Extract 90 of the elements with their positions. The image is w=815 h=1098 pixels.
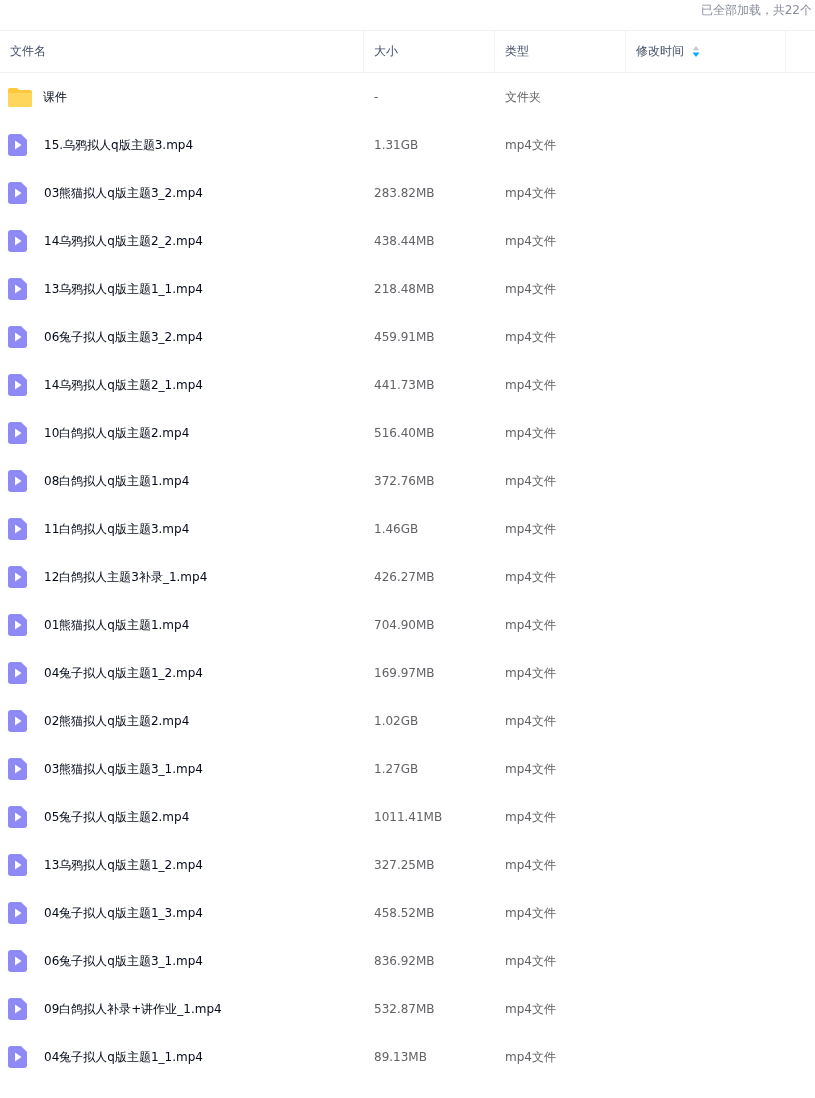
- file-type: mp4文件: [505, 1000, 556, 1018]
- file-name[interactable]: 01熊猫拟人q版主题1.mp4: [44, 616, 190, 634]
- video-file-icon: [8, 998, 27, 1020]
- file-name[interactable]: 13乌鸦拟人q版主题1_1.mp4: [44, 280, 203, 298]
- file-type: mp4文件: [505, 232, 556, 250]
- column-header[interactable]: 文件名: [0, 31, 364, 72]
- file-type: mp4文件: [505, 520, 556, 538]
- file-type: mp4文件: [505, 904, 556, 922]
- video-file-icon: [8, 326, 27, 348]
- video-file-icon: [8, 134, 27, 156]
- video-file-icon: [8, 710, 27, 732]
- file-size: 169.97MB: [374, 666, 435, 680]
- folder-icon: [8, 87, 32, 107]
- file-size: 438.44MB: [374, 234, 435, 248]
- file-type: mp4文件: [505, 808, 556, 826]
- file-type: mp4文件: [505, 952, 556, 970]
- file-type: mp4文件: [505, 712, 556, 730]
- file-type: mp4文件: [505, 1048, 556, 1066]
- file-name[interactable]: 03熊猫拟人q版主题3_1.mp4: [44, 760, 203, 778]
- file-size: 1.02GB: [374, 714, 419, 728]
- file-name[interactable]: 06兔子拟人q版主题3_2.mp4: [44, 328, 203, 346]
- file-size: 218.48MB: [374, 282, 435, 296]
- file-size: 459.91MB: [374, 330, 435, 344]
- file-size: 426.27MB: [374, 570, 435, 584]
- video-file-icon: [8, 614, 27, 636]
- file-name[interactable]: 14乌鸦拟人q版主题2_2.mp4: [44, 232, 203, 250]
- file-size: 1.31GB: [374, 138, 419, 152]
- column-header[interactable]: 大小: [364, 31, 495, 72]
- video-file-icon: [8, 470, 27, 492]
- file-size: 89.13MB: [374, 1050, 427, 1064]
- video-file-icon: [8, 422, 27, 444]
- file-name[interactable]: 09白鸽拟人补录+讲作业_1.mp4: [44, 1000, 222, 1018]
- column-header[interactable]: 修改时间: [626, 31, 786, 72]
- file-name[interactable]: 08白鸽拟人q版主题1.mp4: [44, 472, 190, 490]
- file-type: mp4文件: [505, 328, 556, 346]
- file-size: 458.52MB: [374, 906, 435, 920]
- file-type: mp4文件: [505, 664, 556, 682]
- file-type: mp4文件: [505, 472, 556, 490]
- file-type: 文件夹: [505, 88, 541, 106]
- video-file-icon: [8, 662, 27, 684]
- video-file-icon: [8, 518, 27, 540]
- file-size: 372.76MB: [374, 474, 435, 488]
- file-size: 1.46GB: [374, 522, 419, 536]
- video-file-icon: [8, 758, 27, 780]
- file-name[interactable]: 03熊猫拟人q版主题3_2.mp4: [44, 184, 203, 202]
- sort-icon[interactable]: [692, 46, 700, 57]
- video-file-icon: [8, 806, 27, 828]
- video-file-icon: [8, 566, 27, 588]
- file-name[interactable]: 10白鸽拟人q版主题2.mp4: [44, 424, 190, 442]
- file-size: 836.92MB: [374, 954, 435, 968]
- video-file-icon: [8, 278, 27, 300]
- file-size: 704.90MB: [374, 618, 435, 632]
- video-file-icon: [8, 230, 27, 252]
- load-status: 已全部加载，共22个: [700, 2, 812, 19]
- file-size: 1011.41MB: [374, 810, 443, 824]
- video-file-icon: [8, 1046, 27, 1068]
- file-name[interactable]: 13乌鸦拟人q版主题1_2.mp4: [44, 856, 203, 874]
- file-size: 1.27GB: [374, 762, 419, 776]
- file-name[interactable]: 02熊猫拟人q版主题2.mp4: [44, 712, 190, 730]
- file-size: 532.87MB: [374, 1002, 435, 1016]
- video-file-icon: [8, 902, 27, 924]
- file-name[interactable]: 04兔子拟人q版主题1_3.mp4: [44, 904, 203, 922]
- file-type: mp4文件: [505, 424, 556, 442]
- file-type: mp4文件: [505, 136, 556, 154]
- file-size: 516.40MB: [374, 426, 435, 440]
- file-size: -: [374, 90, 379, 104]
- file-type: mp4文件: [505, 856, 556, 874]
- file-type: mp4文件: [505, 376, 556, 394]
- file-name[interactable]: 06兔子拟人q版主题3_1.mp4: [44, 952, 203, 970]
- file-type: mp4文件: [505, 280, 556, 298]
- column-header[interactable]: 类型: [495, 31, 626, 72]
- file-type: mp4文件: [505, 184, 556, 202]
- file-type: mp4文件: [505, 616, 556, 634]
- video-file-icon: [8, 182, 27, 204]
- file-name[interactable]: 课件: [43, 88, 67, 106]
- video-file-icon: [8, 950, 27, 972]
- file-name[interactable]: 04兔子拟人q版主题1_2.mp4: [44, 664, 203, 682]
- file-name[interactable]: 11白鸽拟人q版主题3.mp4: [44, 520, 190, 538]
- file-size: 283.82MB: [374, 186, 435, 200]
- file-name[interactable]: 14乌鸦拟人q版主题2_1.mp4: [44, 376, 203, 394]
- file-size: 441.73MB: [374, 378, 435, 392]
- video-file-icon: [8, 374, 27, 396]
- file-name[interactable]: 15.乌鸦拟人q版主题3.mp4: [44, 136, 194, 154]
- file-name[interactable]: 04兔子拟人q版主题1_1.mp4: [44, 1048, 203, 1066]
- file-size: 327.25MB: [374, 858, 435, 872]
- file-name[interactable]: 12白鸽拟人主题3补录_1.mp4: [44, 568, 208, 586]
- file-name[interactable]: 05兔子拟人q版主题2.mp4: [44, 808, 190, 826]
- video-file-icon: [8, 854, 27, 876]
- file-type: mp4文件: [505, 760, 556, 778]
- file-type: mp4文件: [505, 568, 556, 586]
